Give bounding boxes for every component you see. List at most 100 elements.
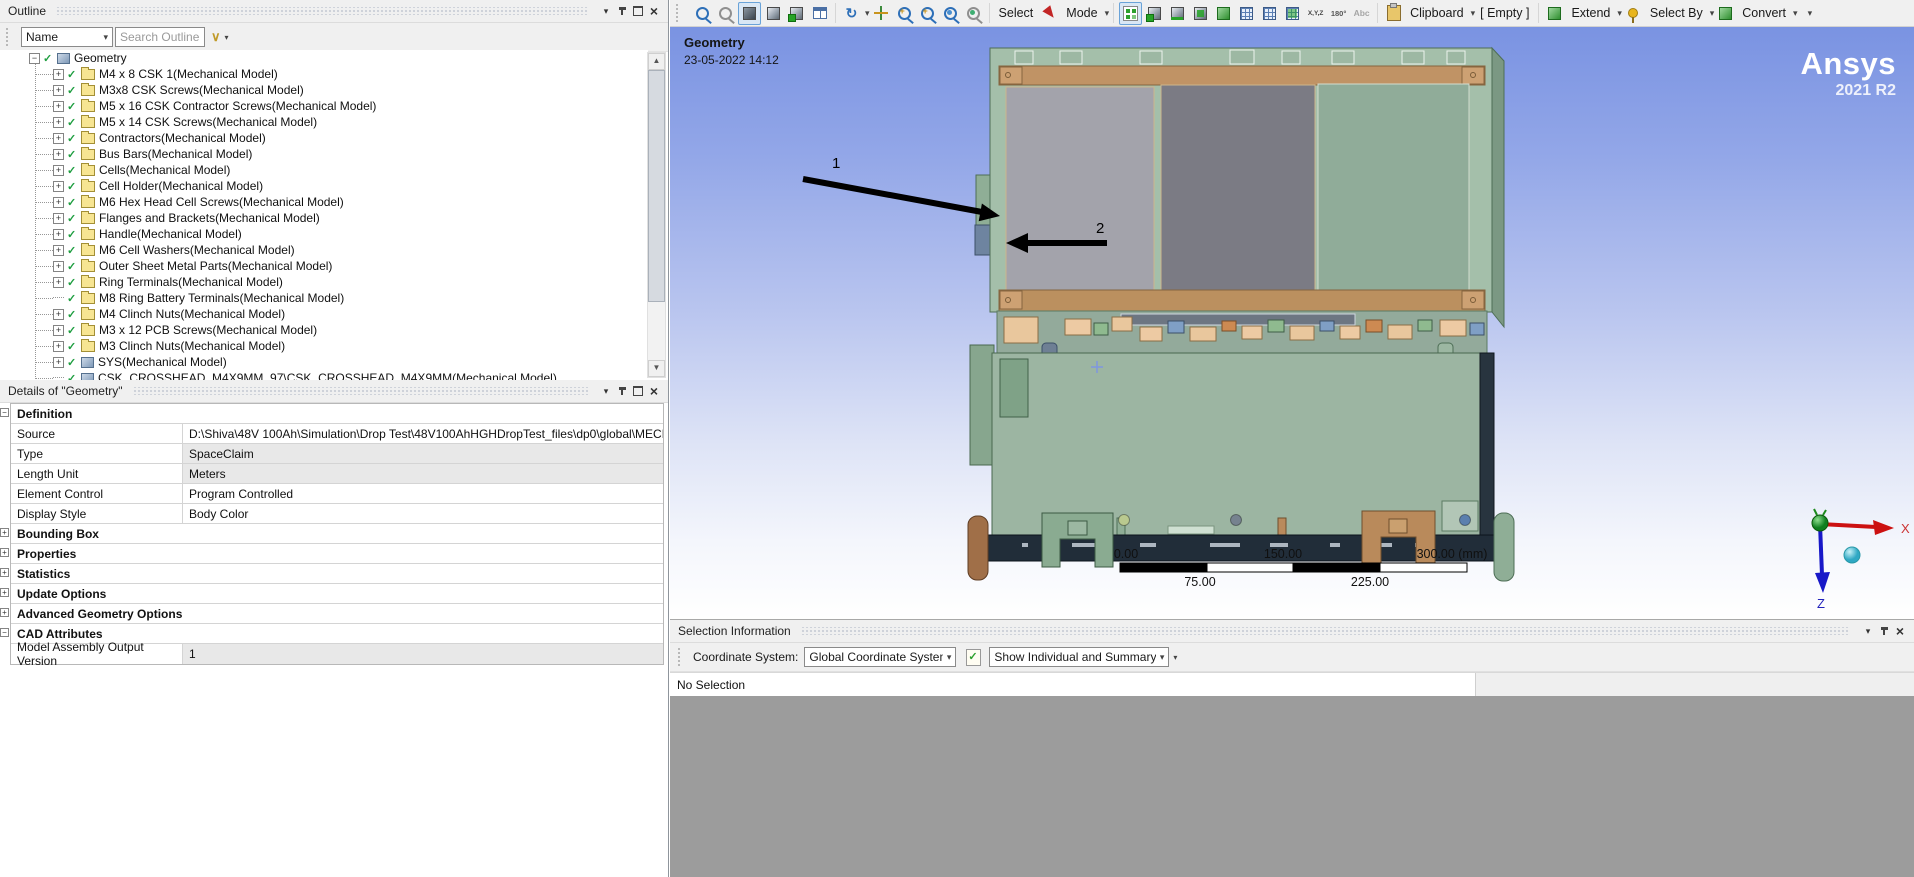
tree-item[interactable]: M4 Clinch Nuts(Mechanical Model) bbox=[0, 306, 648, 322]
rotate-icon[interactable] bbox=[841, 3, 862, 24]
section-expand-icon[interactable] bbox=[0, 548, 9, 557]
annotation-icon[interactable] bbox=[1351, 3, 1372, 24]
clipboard-icon[interactable] bbox=[1383, 3, 1404, 24]
tree-item[interactable]: Cells(Mechanical Model) bbox=[0, 162, 648, 178]
details-row-source[interactable]: SourceD:\Shiva\48V 100Ah\Simulation\Drop… bbox=[11, 424, 663, 444]
tree-item-sys[interactable]: SYS(Mechanical Model) bbox=[0, 354, 648, 370]
details-title-bar[interactable]: Details of "Geometry" bbox=[0, 380, 668, 403]
panel-menu-icon[interactable] bbox=[598, 4, 614, 19]
expand-icon[interactable] bbox=[53, 261, 64, 272]
expand-icon[interactable] bbox=[53, 325, 64, 336]
expand-icon[interactable] bbox=[53, 357, 64, 368]
expand-icon[interactable] bbox=[53, 165, 64, 176]
element-face-filter-icon[interactable] bbox=[1259, 3, 1280, 24]
display-mode-dropdown[interactable]: Show Individual and Summary bbox=[989, 647, 1169, 667]
pin-icon[interactable] bbox=[1876, 624, 1892, 639]
node-filter-icon[interactable] bbox=[1236, 3, 1257, 24]
tree-item[interactable]: M6 Cell Washers(Mechanical Model) bbox=[0, 242, 648, 258]
toolbar-drag-handle[interactable] bbox=[6, 28, 13, 46]
tree-item[interactable]: Cell Holder(Mechanical Model) bbox=[0, 178, 648, 194]
panel-menu-icon[interactable] bbox=[598, 384, 614, 399]
toolbar-drag-handle[interactable] bbox=[678, 648, 685, 666]
face-filter-icon[interactable] bbox=[1190, 3, 1211, 24]
tree-item[interactable]: Flanges and Brackets(Mechanical Model) bbox=[0, 210, 648, 226]
tree-item-geometry[interactable]: Geometry bbox=[0, 50, 648, 66]
outline-title-bar[interactable]: Outline bbox=[0, 0, 668, 23]
wireframe-icon[interactable] bbox=[763, 3, 784, 24]
section-expand-icon[interactable] bbox=[0, 608, 9, 617]
mode-dropdown[interactable]: Mode bbox=[1066, 6, 1097, 20]
details-row-type[interactable]: TypeSpaceClaim bbox=[11, 444, 663, 464]
maximize-icon[interactable] bbox=[630, 384, 646, 399]
model-lower-panel[interactable] bbox=[992, 353, 1494, 535]
chevron-down-icon[interactable] bbox=[1471, 8, 1476, 19]
details-section-advanced-geometry-options[interactable]: Advanced Geometry Options bbox=[11, 604, 663, 624]
close-icon[interactable] bbox=[646, 4, 662, 19]
expand-icon[interactable] bbox=[53, 85, 64, 96]
select-by-icon[interactable] bbox=[1623, 3, 1644, 24]
details-section-definition[interactable]: Definition bbox=[11, 404, 663, 424]
pointer-mode-icon[interactable] bbox=[1119, 2, 1142, 25]
expand-icon[interactable] bbox=[53, 245, 64, 256]
convert-icon[interactable] bbox=[1715, 3, 1736, 24]
expand-icon[interactable] bbox=[53, 229, 64, 240]
section-collapse-icon[interactable] bbox=[0, 408, 9, 417]
details-row-display-style[interactable]: Display StyleBody Color bbox=[11, 504, 663, 524]
expand-icon[interactable] bbox=[53, 149, 64, 160]
select-cursor-icon[interactable] bbox=[1039, 3, 1060, 24]
chevron-down-icon[interactable] bbox=[1617, 8, 1622, 19]
chevron-down-icon[interactable] bbox=[225, 33, 229, 42]
expand-icon[interactable] bbox=[53, 197, 64, 208]
filter-type-dropdown[interactable]: Name bbox=[21, 27, 113, 47]
extend-dropdown[interactable]: Extend bbox=[1571, 6, 1610, 20]
expand-icon[interactable] bbox=[53, 69, 64, 80]
select-by-dropdown[interactable]: Select By bbox=[1650, 6, 1703, 20]
clipboard-dropdown[interactable]: Clipboard bbox=[1410, 6, 1464, 20]
expand-icon[interactable] bbox=[53, 117, 64, 128]
expand-icon[interactable] bbox=[53, 309, 64, 320]
details-section-statistics[interactable]: Statistics bbox=[11, 564, 663, 584]
tree-item[interactable]: M3 Clinch Nuts(Mechanical Model) bbox=[0, 338, 648, 354]
box-zoom-icon[interactable] bbox=[692, 3, 713, 24]
maximize-icon[interactable] bbox=[630, 4, 646, 19]
toolbar-drag-handle[interactable] bbox=[676, 4, 683, 22]
tree-item[interactable]: M3 x 12 PCB Screws(Mechanical Model) bbox=[0, 322, 648, 338]
scroll-down-icon[interactable] bbox=[648, 360, 665, 377]
tree-item[interactable]: CSK_CROSSHEAD_M4X9MM_97\CSK_CROSSHEAD_M4… bbox=[0, 370, 648, 380]
details-row-model-assembly-output-version[interactable]: Model Assembly Output Version1 bbox=[11, 644, 663, 664]
toolbar-overflow-icon[interactable] bbox=[1808, 8, 1813, 19]
section-expand-icon[interactable] bbox=[0, 528, 9, 537]
close-icon[interactable] bbox=[1892, 624, 1908, 639]
model-upper-enclosure[interactable] bbox=[990, 48, 1504, 327]
details-row-length-unit[interactable]: Length UnitMeters bbox=[11, 464, 663, 484]
expand-collapse-icon[interactable] bbox=[211, 29, 221, 45]
tree-item[interactable]: M6 Hex Head Cell Screws(Mechanical Model… bbox=[0, 194, 648, 210]
scroll-up-icon[interactable] bbox=[648, 53, 665, 70]
expand-icon[interactable] bbox=[53, 213, 64, 224]
expand-icon[interactable] bbox=[53, 341, 64, 352]
tree-item[interactable]: Handle(Mechanical Model) bbox=[0, 226, 648, 242]
scrollbar-thumb[interactable] bbox=[648, 70, 665, 302]
tree-item[interactable]: M8 Ring Battery Terminals(Mechanical Mod… bbox=[0, 290, 648, 306]
coordinates-probe-icon[interactable] bbox=[1305, 3, 1326, 24]
element-filter-icon[interactable] bbox=[1282, 3, 1303, 24]
section-expand-icon[interactable] bbox=[0, 568, 9, 577]
pin-icon[interactable] bbox=[614, 384, 630, 399]
chevron-down-icon[interactable] bbox=[865, 8, 870, 19]
chevron-down-icon[interactable] bbox=[1710, 8, 1715, 19]
close-icon[interactable] bbox=[646, 384, 662, 399]
pan-icon[interactable] bbox=[871, 3, 892, 24]
zoom-box-icon[interactable]: + bbox=[917, 3, 938, 24]
convert-dropdown[interactable]: Convert bbox=[1742, 6, 1786, 20]
tree-item[interactable]: Ring Terminals(Mechanical Model) bbox=[0, 274, 648, 290]
tree-item[interactable]: Outer Sheet Metal Parts(Mechanical Model… bbox=[0, 258, 648, 274]
chevron-down-icon[interactable] bbox=[1105, 8, 1110, 19]
previous-view-icon[interactable] bbox=[963, 3, 984, 24]
toolbar-overflow-icon[interactable] bbox=[1173, 653, 1177, 662]
expand-icon[interactable] bbox=[53, 133, 64, 144]
section-plane-icon[interactable] bbox=[786, 3, 807, 24]
tree-item[interactable]: M5 x 16 CSK Contractor Screws(Mechanical… bbox=[0, 98, 648, 114]
zoom-fit-icon[interactable] bbox=[940, 3, 961, 24]
section-expand-icon[interactable] bbox=[0, 588, 9, 597]
extend-icon[interactable] bbox=[1544, 3, 1565, 24]
